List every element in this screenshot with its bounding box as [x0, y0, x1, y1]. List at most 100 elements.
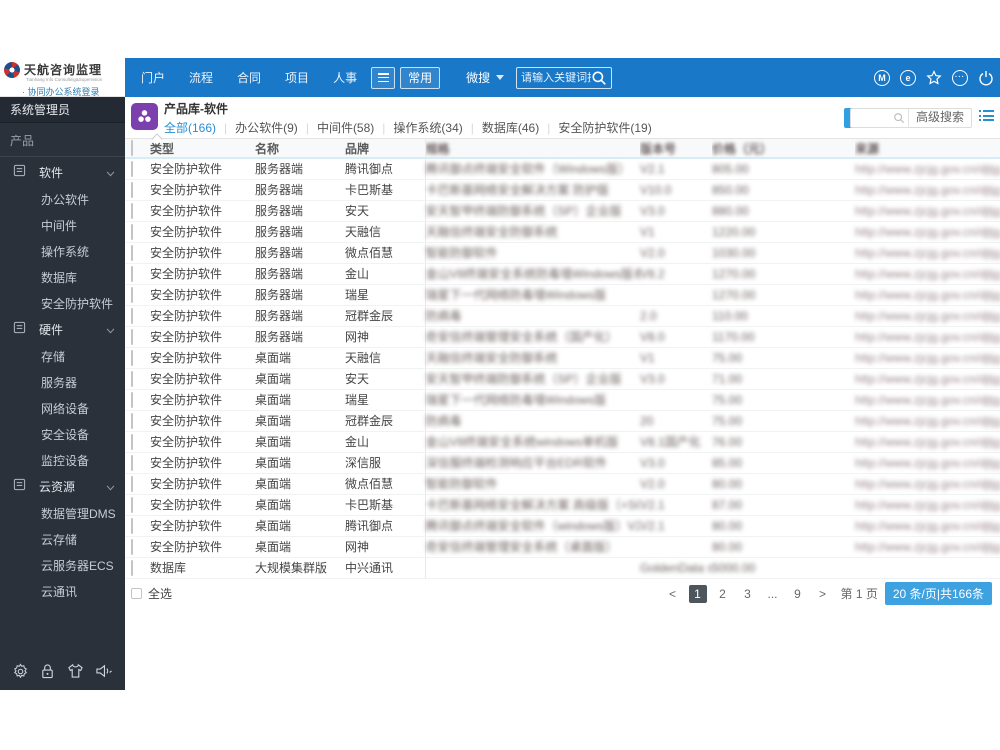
- sidebar-item-3-1[interactable]: 数据管理DMS: [0, 500, 125, 526]
- cell-col7: http://www.zjcjg.gov.cn/djtjg/: [855, 326, 1000, 348]
- row-checkbox[interactable]: [131, 160, 133, 177]
- row-checkbox[interactable]: [131, 496, 133, 513]
- sidebar-item-2-2[interactable]: 服务器: [0, 369, 125, 395]
- wsearch-dropdown[interactable]: 微搜: [466, 69, 490, 86]
- sidebar-item-3-2[interactable]: 云存储: [0, 526, 125, 552]
- cell-col1: 安全防护软件: [150, 515, 255, 537]
- sidebar-item-3-4[interactable]: 云通讯: [0, 578, 125, 604]
- sidebar-item-1-2[interactable]: 中间件: [0, 212, 125, 238]
- tab-1[interactable]: 全部(166): [164, 119, 216, 136]
- row-checkbox[interactable]: [131, 370, 133, 387]
- nav-item-3[interactable]: 合同: [237, 69, 261, 86]
- favorite-star-icon[interactable]: [926, 69, 942, 86]
- row-checkbox[interactable]: [131, 349, 133, 366]
- search-icon[interactable]: [893, 112, 905, 124]
- row-checkbox[interactable]: [131, 286, 133, 303]
- page-next[interactable]: >: [814, 585, 832, 603]
- search-icon[interactable]: [591, 70, 607, 86]
- sidebar-item-1-4[interactable]: 数据库: [0, 264, 125, 290]
- row-checkbox[interactable]: [131, 265, 133, 282]
- global-search-input[interactable]: [521, 71, 592, 84]
- row-checkbox[interactable]: [131, 328, 133, 345]
- message-m-icon[interactable]: M: [874, 69, 890, 86]
- sidebar-group-3[interactable]: 云资源: [0, 473, 125, 500]
- sidebar-item-3-3[interactable]: 云服务器ECS: [0, 552, 125, 578]
- cell-col6: 880.00: [712, 200, 855, 222]
- row-checkbox[interactable]: [131, 202, 133, 219]
- cell-col5: V2.1: [640, 158, 712, 180]
- power-logout-icon[interactable]: [978, 70, 994, 86]
- sidebar-menu: 软件 办公软件 中间件 操作系统 数据库 安全防护软件 硬件 存储 服务器 网络设备 安全设备 监控设…: [0, 159, 125, 604]
- sidebar-group-2[interactable]: 硬件: [0, 316, 125, 343]
- row-checkbox[interactable]: [131, 391, 133, 408]
- row-checkbox[interactable]: [131, 433, 133, 450]
- theme-shirt-icon[interactable]: [67, 663, 84, 679]
- global-search-box[interactable]: [516, 66, 613, 89]
- view-list-icon[interactable]: [979, 110, 994, 124]
- table-row: 安全防护软件 桌面端 卡巴斯基 卡巴斯基网络安全解决方案 高级版（+SQ） V2.1 87…: [125, 494, 1000, 516]
- row-checkbox[interactable]: [131, 307, 133, 324]
- speaker-icon[interactable]: [95, 663, 113, 679]
- page-number-1[interactable]: 1: [688, 584, 707, 603]
- lock-icon[interactable]: [40, 663, 55, 680]
- sidebar-group-1[interactable]: 软件: [0, 159, 125, 186]
- cell-col5: 2.0: [640, 305, 712, 327]
- tab-2[interactable]: 办公软件(9): [235, 119, 298, 136]
- sidebar-item-2-3[interactable]: 网络设备: [0, 395, 125, 421]
- advanced-search-button[interactable]: 高级搜索: [907, 108, 971, 128]
- tab-5[interactable]: 数据库(46): [482, 119, 539, 136]
- nav-item-pinned[interactable]: 常用: [400, 66, 441, 89]
- header-checkbox[interactable]: [131, 140, 133, 156]
- row-checkbox[interactable]: [131, 559, 133, 576]
- logo-area: 天航咨询监理 Tianhang Info Consulting&Supervis…: [0, 58, 125, 97]
- sidebar-item-2-5[interactable]: 监控设备: [0, 447, 125, 473]
- cell-col3: 深信服: [345, 452, 426, 474]
- row-checkbox[interactable]: [131, 244, 133, 261]
- row-checkbox-cell: [125, 431, 150, 453]
- nav-item-2[interactable]: 流程: [189, 69, 213, 86]
- page-number-9[interactable]: 9: [789, 585, 807, 603]
- enterprise-e-icon[interactable]: e: [900, 69, 916, 86]
- cell-col2: 服务器端: [255, 200, 345, 222]
- tab-4[interactable]: 操作系统(34): [393, 119, 462, 136]
- sidebar-item-1-1[interactable]: 办公软件: [0, 186, 125, 212]
- gear-icon[interactable]: [12, 662, 29, 680]
- sidebar-item-1-5[interactable]: 安全防护软件: [0, 290, 125, 316]
- row-checkbox[interactable]: [131, 223, 133, 240]
- page-size-badge[interactable]: 20 条/页|共166条: [884, 582, 992, 605]
- advanced-search-box: 高级搜索: [849, 108, 972, 128]
- chevron-down-icon[interactable]: [496, 75, 505, 80]
- row-checkbox[interactable]: [131, 475, 133, 492]
- tab-3[interactable]: 中间件(58): [317, 119, 374, 136]
- more-ellipsis-icon[interactable]: ···: [952, 69, 968, 86]
- cell-col1: 安全防护软件: [150, 536, 255, 558]
- row-checkbox[interactable]: [131, 538, 133, 555]
- nav-item-1[interactable]: 门户: [141, 69, 165, 86]
- page-number-3[interactable]: 3: [739, 585, 757, 603]
- sidebar-item-2-1[interactable]: 存储: [0, 343, 125, 369]
- select-all-checkbox[interactable]: [131, 588, 142, 599]
- cell-col4: 奇安信终端管理安全系统（国产化）: [425, 326, 640, 348]
- select-all-label: 全选: [148, 587, 173, 601]
- user-role: 系统管理员: [0, 97, 125, 123]
- cell-col1: 安全防护软件: [150, 158, 255, 180]
- nav-item-5[interactable]: 人事: [333, 69, 357, 86]
- sidebar-item-2-4[interactable]: 安全设备: [0, 421, 125, 447]
- cell-col5: V1: [640, 221, 712, 243]
- row-checkbox[interactable]: [131, 412, 133, 429]
- cell-col3: 网神: [345, 326, 426, 348]
- nav-item-4[interactable]: 项目: [285, 69, 309, 86]
- page-number-2[interactable]: 2: [714, 585, 732, 603]
- nav-menu-button[interactable]: [371, 66, 396, 89]
- row-checkbox[interactable]: [131, 454, 133, 471]
- row-checkbox[interactable]: [131, 517, 133, 534]
- cell-col6: 75.00: [712, 389, 855, 411]
- sidebar-item-1-3[interactable]: 操作系统: [0, 238, 125, 264]
- row-checkbox-cell: [125, 179, 150, 201]
- filter-search-input[interactable]: [850, 109, 893, 127]
- tab-6[interactable]: 安全防护软件(19): [558, 119, 651, 136]
- row-checkbox[interactable]: [131, 181, 133, 198]
- page-prev[interactable]: <: [664, 585, 682, 603]
- cell-col6: 85.00: [712, 452, 855, 474]
- cell-col4: 卡巴斯基网络安全解决方案 高级版（+SQ）: [425, 494, 640, 516]
